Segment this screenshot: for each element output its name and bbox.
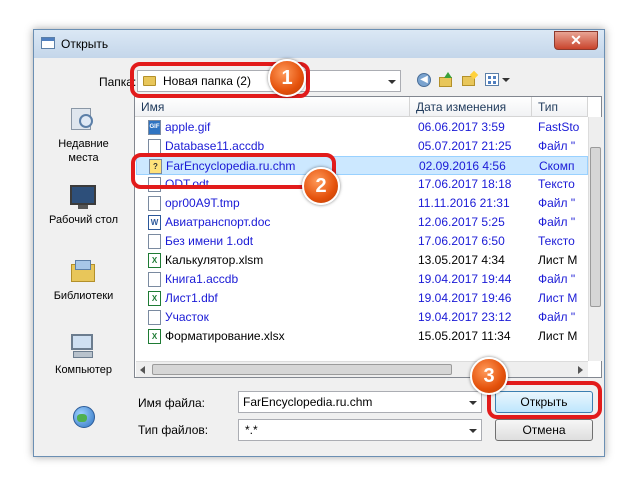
file-row[interactable]: opr00A9T.tmp 11.11.2016 21:31 Файл "	[136, 194, 588, 213]
place-label: Недавние	[58, 138, 109, 150]
column-header-date[interactable]: Дата изменения	[410, 97, 532, 117]
file-name: Без имени 1.odt	[165, 234, 254, 248]
chevron-down-icon	[469, 429, 477, 433]
file-date: 06.06.2017 3:59	[418, 120, 505, 134]
place-label: места	[68, 152, 99, 164]
filetype-label: Тип файлов:	[138, 423, 209, 437]
file-type: Лист М	[538, 253, 578, 267]
file-name: Калькулятор.xlsm	[165, 253, 264, 267]
file-row[interactable]: Участок 19.04.2017 23:12 Файл "	[136, 308, 588, 327]
filename-label: Имя файла:	[138, 396, 205, 410]
place-label: Рабочий стол	[48, 214, 119, 226]
horizontal-scrollbar[interactable]	[136, 361, 588, 377]
file-date: 17.06.2017 18:18	[418, 177, 512, 191]
vertical-scrollbar[interactable]	[588, 117, 602, 361]
file-name: apple.gif	[165, 120, 211, 134]
computer-icon	[69, 332, 97, 360]
chevron-down-icon	[388, 80, 396, 84]
file-type: Файл "	[538, 310, 576, 324]
file-type: Файл "	[538, 272, 576, 286]
libraries-icon	[69, 258, 97, 286]
file-type: FastSto	[538, 120, 580, 134]
place-label: Компьютер	[55, 364, 112, 376]
close-button[interactable]: ✕	[554, 31, 598, 50]
file-list[interactable]: Имя Дата изменения Тип GIF apple.gif 06.06…	[134, 96, 602, 378]
file-type: Тексто	[538, 177, 575, 191]
step-badge-1: 1	[268, 59, 306, 97]
network-icon	[69, 404, 97, 432]
file-date: 17.06.2017 6:50	[418, 234, 505, 248]
view-dropdown-icon[interactable]	[502, 78, 510, 82]
chevron-down-icon	[469, 401, 477, 405]
filetype-select[interactable]: *.*	[238, 419, 482, 441]
file-row[interactable]: X Форматирование.xlsx 15.05.2017 11:34 Лист…	[136, 327, 588, 346]
scroll-right-icon[interactable]	[578, 366, 583, 374]
file-date: 19.04.2017 23:12	[418, 310, 512, 324]
file-icon	[148, 139, 161, 154]
file-icon	[148, 234, 161, 249]
file-row[interactable]: W Авиатранспорт.doc 12.06.2017 5:25 Файл "	[136, 213, 588, 232]
file-icon	[148, 310, 161, 325]
window-icon	[41, 37, 55, 49]
filename-input[interactable]: FarEncyclopedia.ru.chm	[238, 391, 482, 413]
file-type: Лист М	[538, 329, 578, 343]
file-icon: X	[148, 329, 161, 344]
filename-value: FarEncyclopedia.ru.chm	[243, 395, 373, 409]
back-icon[interactable]: ◀	[417, 73, 431, 87]
scroll-thumb[interactable]	[590, 147, 601, 307]
view-menu-icon[interactable]	[485, 73, 499, 86]
file-icon: X	[148, 291, 161, 306]
file-row[interactable]: X Калькулятор.xlsm 13.05.2017 4:34 Лист М	[136, 251, 588, 270]
column-header-name[interactable]: Имя	[135, 97, 410, 117]
file-type: Тексто	[538, 234, 575, 248]
file-type: Лист М	[538, 291, 578, 305]
file-row[interactable]: Без имени 1.odt 17.06.2017 6:50 Тексто	[136, 232, 588, 251]
cancel-button[interactable]: Отмена	[495, 419, 593, 441]
file-date: 19.04.2017 19:44	[418, 272, 512, 286]
file-name: Книга1.accdb	[165, 272, 239, 286]
file-row[interactable]: Книга1.accdb 19.04.2017 19:44 Файл "	[136, 270, 588, 289]
file-icon: W	[148, 215, 161, 230]
file-date: 02.09.2016 4:56	[419, 159, 506, 173]
file-name: Авиатранспорт.doc	[165, 215, 271, 229]
file-icon	[148, 272, 161, 287]
places-bar: Недавние места Рабочий стол Библиотеки К…	[41, 98, 126, 453]
title-bar[interactable]: Открыть ✕	[34, 30, 604, 58]
recent-places-icon	[69, 104, 97, 132]
file-icon: GIF	[148, 120, 161, 135]
place-label: Библиотеки	[53, 290, 114, 302]
cancel-button-label: Отмена	[522, 423, 566, 437]
file-name: Лист1.dbf	[165, 291, 218, 305]
column-header-type[interactable]: Тип	[532, 97, 588, 117]
file-date: 05.07.2017 21:25	[418, 139, 512, 153]
file-date: 19.04.2017 19:46	[418, 291, 512, 305]
file-name: opr00A9T.tmp	[165, 196, 240, 210]
file-name: Database11.accdb	[165, 139, 265, 153]
file-type: Скомп	[539, 159, 575, 173]
file-row[interactable]: X Лист1.dbf 19.04.2017 19:46 Лист М	[136, 289, 588, 308]
file-icon	[148, 196, 161, 211]
window-title: Открыть	[61, 37, 109, 51]
file-type: Файл "	[538, 139, 576, 153]
new-folder-icon[interactable]	[462, 70, 479, 88]
file-row[interactable]: GIF apple.gif 06.06.2017 3:59 FastSto	[136, 118, 588, 137]
file-date: 12.06.2017 5:25	[418, 215, 505, 229]
file-icon: X	[148, 253, 161, 268]
file-type: Файл "	[538, 215, 576, 229]
file-date: 11.11.2016 21:31	[418, 196, 510, 210]
filetype-value: *.*	[245, 423, 258, 437]
file-name: Форматирование.xlsx	[165, 329, 285, 343]
file-date: 15.05.2017 11:34	[418, 329, 511, 343]
step-badge-2: 2	[302, 167, 340, 205]
file-name: Участок	[165, 310, 209, 324]
scroll-left-icon[interactable]	[140, 366, 145, 374]
file-type: Файл "	[538, 196, 576, 210]
step-badge-3: 3	[470, 357, 508, 395]
scroll-thumb-horizontal[interactable]	[152, 364, 452, 375]
desktop-icon	[69, 182, 97, 210]
up-folder-icon[interactable]	[439, 72, 454, 88]
file-date: 13.05.2017 4:34	[418, 253, 505, 267]
